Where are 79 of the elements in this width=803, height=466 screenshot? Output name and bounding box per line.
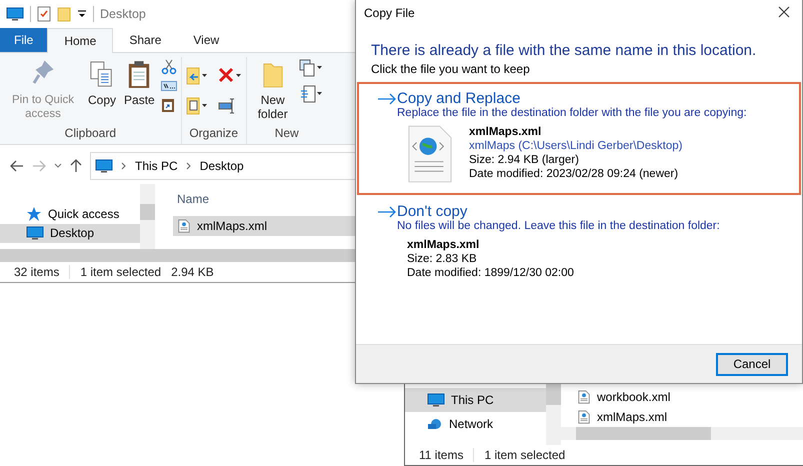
- dialog-title: Copy File: [364, 6, 415, 20]
- xml-file-icon: [177, 218, 191, 234]
- option-title: Don't copy: [397, 203, 468, 220]
- arrow-icon: [377, 206, 397, 218]
- option-card[interactable]: [357, 82, 801, 195]
- group-label: Clipboard: [64, 126, 118, 142]
- chevron-icon: [186, 162, 192, 170]
- close-icon: [778, 6, 790, 18]
- group-label: Organize: [188, 126, 240, 142]
- file-row[interactable]: workbook.xml: [573, 387, 803, 407]
- back-icon[interactable]: [10, 160, 24, 172]
- desktop-icon: [26, 226, 44, 240]
- xml-file-icon: [577, 409, 591, 425]
- file-date: Date modified: 1899/12/30 02:00: [407, 266, 574, 280]
- computer-icon: [95, 159, 113, 173]
- ribbon-button[interactable]: Copy: [86, 57, 118, 109]
- file-size: Size: 2.94 KB (larger): [469, 153, 580, 167]
- file-location: xmlMaps (C:\Users\Lindi Gerber\Desktop): [469, 139, 682, 153]
- file-row[interactable]: xmlMaps.xml: [573, 407, 803, 427]
- cancel-button[interactable]: Cancel: [716, 352, 788, 376]
- status-text: 2.94 KB: [171, 265, 214, 279]
- scrollbar[interactable]: [140, 184, 155, 249]
- ribbon-tab[interactable]: Share: [113, 28, 178, 52]
- option-description: Replace the file in the destination folder with the file you are copying:: [396, 107, 748, 119]
- new-folder-button[interactable]: New folder: [250, 57, 295, 123]
- chevron-icon: [121, 162, 127, 170]
- up-arrow-icon[interactable]: [70, 159, 82, 173]
- column-header[interactable]: Name: [173, 192, 356, 216]
- address-bar[interactable]: This PC Desktop: [90, 152, 356, 180]
- group-label: New: [274, 126, 300, 142]
- horizontal-scrollbar[interactable]: [561, 427, 803, 440]
- xml-file-icon: [577, 389, 591, 405]
- scissors-icon[interactable]: [160, 59, 177, 75]
- ribbon-tab[interactable]: Home: [47, 28, 114, 53]
- dropdown-icon[interactable]: [77, 9, 87, 19]
- ribbon-tab[interactable]: View: [177, 28, 236, 52]
- file-name: xmlMaps.xml: [469, 125, 542, 139]
- status-text: 32 items: [14, 265, 60, 279]
- option-description: No files will be changed. Leave this file in the destination folder:: [396, 220, 721, 232]
- paste-shortcut-icon[interactable]: [160, 97, 175, 113]
- file-name: xmlMaps.xml: [407, 238, 480, 252]
- rename-icon[interactable]: [218, 97, 236, 115]
- easy-access-icon[interactable]: [298, 85, 323, 103]
- arrow-icon: [377, 92, 397, 104]
- nav-item[interactable]: This PC: [405, 388, 546, 412]
- star-icon: [26, 206, 42, 222]
- move-to-icon[interactable]: [186, 67, 208, 85]
- ribbon-tab[interactable]: File: [0, 28, 48, 52]
- computer-icon: [427, 393, 445, 407]
- dialog-subheading: Click the file you want to keep: [370, 61, 531, 78]
- file-date: Date modified: 2023/02/28 09:24 (newer): [469, 167, 680, 181]
- clipboard-icon: [127, 59, 152, 91]
- option-title: Copy and Replace: [397, 90, 520, 107]
- new-item-icon[interactable]: [298, 59, 323, 77]
- file-row[interactable]: xmlMaps.xml: [173, 216, 356, 236]
- status-text: 1 item selected: [80, 265, 162, 279]
- window-title: Desktop: [100, 7, 146, 21]
- status-text: 1 item selected: [484, 448, 566, 462]
- breadcrumb-item[interactable]: This PC: [135, 159, 178, 173]
- nav-item[interactable]: Quick access: [0, 204, 140, 224]
- checklist-icon: [37, 6, 51, 22]
- ribbon-button[interactable]: Paste: [122, 57, 157, 109]
- option-card[interactable]: Don't copy No files will be changed. Leave this file in the destination folder: xmlMaps.xml Size: 2.83 KB Date modified: 1899/12/30 02:00: [357, 195, 801, 292]
- scrollbar[interactable]: [546, 383, 561, 445]
- network-icon: [427, 418, 443, 430]
- copy-path-icon[interactable]: [160, 81, 177, 91]
- breadcrumb-item[interactable]: Desktop: [200, 159, 244, 173]
- dialog-heading: There is already a file with the same name in this location.: [370, 41, 758, 59]
- caret-icon[interactable]: [54, 163, 62, 169]
- nav-item[interactable]: Network: [405, 412, 546, 436]
- delete-icon[interactable]: [218, 67, 242, 85]
- folder-icon: [57, 6, 71, 22]
- copy-to-icon[interactable]: [186, 97, 208, 115]
- horizontal-scrollbar[interactable]: [0, 249, 356, 262]
- status-text: 11 items: [419, 448, 464, 462]
- file-size: Size: 2.83 KB: [407, 252, 478, 266]
- computer-icon: [6, 7, 24, 21]
- xml-file-icon: [407, 125, 453, 183]
- nav-item[interactable]: Desktop: [0, 224, 140, 243]
